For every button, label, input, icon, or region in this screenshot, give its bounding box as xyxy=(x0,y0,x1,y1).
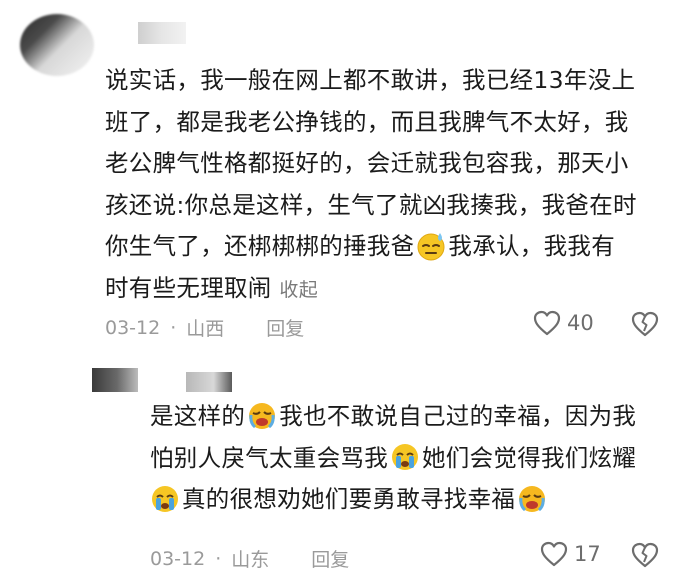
collapse-link[interactable]: 收起 xyxy=(279,279,318,301)
heart-icon xyxy=(540,541,568,567)
reply-meta: 03-12 · 山东 回复 xyxy=(150,545,349,572)
reply-like-count: 17 xyxy=(574,542,601,566)
comment-body: 说实话，我一般在网上都不敢讲，我已经13年没上 班了，都是我老公挣钱的，而且我脾… xyxy=(105,60,637,311)
meta-separator: · xyxy=(215,547,222,570)
heart-icon xyxy=(533,310,561,336)
like-count: 40 xyxy=(567,311,594,335)
comment-line: 时有些无理取闹 收起 xyxy=(105,268,637,312)
loudly-crying-face-icon xyxy=(517,484,547,514)
reply-line-segment: 是这样的 xyxy=(150,402,246,430)
comment-line-segment: 我承认，我我有 xyxy=(448,232,616,260)
comment-line-segment: 时有些无理取闹 xyxy=(105,273,272,302)
comment-line-segment: 你生气了，还梆梆梆的捶我爸 xyxy=(105,232,415,260)
comment-meta: 03-12 · 山西 回复 xyxy=(105,314,304,341)
reply-username[interactable] xyxy=(186,372,232,392)
reply-like-button[interactable]: 17 xyxy=(540,541,601,567)
broken-heart-icon xyxy=(631,542,659,568)
reply-reply-button[interactable]: 回复 xyxy=(311,545,349,572)
reply-line-segment: 真的很想劝她们要勇敢寻找幸福 xyxy=(182,485,516,513)
username[interactable] xyxy=(138,22,186,44)
reply-button[interactable]: 回复 xyxy=(266,314,304,341)
like-button[interactable]: 40 xyxy=(533,310,594,336)
reply-line: 是这样的 我也不敢说自己过的幸福，因为我 xyxy=(150,396,636,438)
reply-dislike-button[interactable] xyxy=(631,542,659,572)
reply-line: 真的很想劝她们要勇敢寻找幸福 xyxy=(150,479,636,521)
crying-face-icon xyxy=(390,442,420,472)
comment-line: 你生气了，还梆梆梆的捶我爸 我承认，我我有 xyxy=(105,226,637,268)
reply-line-segment: 我也不敢说自己过的幸福，因为我 xyxy=(279,402,637,430)
crying-face-icon xyxy=(150,484,180,514)
comment-line: 老公脾气性格都挺好的，会迁就我包容我，那天小 xyxy=(105,149,629,177)
comment-line: 说实话，我一般在网上都不敢讲，我已经13年没上 xyxy=(105,66,636,94)
reply-location: 山东 xyxy=(231,549,270,571)
reply-body: 是这样的 我也不敢说自己过的幸福，因为我 怕别人戾气太重会骂我 她们会觉得我们炫耀 … xyxy=(150,396,636,521)
comment-line: 班了，都是我老公挣钱的，而且我脾气不太好，我 xyxy=(105,107,629,136)
meta-separator: · xyxy=(170,316,177,339)
reply-line: 怕别人戾气太重会骂我 她们会觉得我们炫耀 xyxy=(150,438,636,480)
avatar[interactable] xyxy=(20,14,94,76)
comment-line: 孩还说:你总是这样，生气了就凶我揍我，我爸在时 xyxy=(105,190,637,219)
loudly-crying-face-icon xyxy=(247,401,277,431)
reply-avatar[interactable] xyxy=(92,368,138,392)
reply-line-segment: 她们会觉得我们炫耀 xyxy=(422,443,637,472)
comment-date: 03-12 xyxy=(105,316,161,339)
comment-location: 山西 xyxy=(186,318,225,340)
broken-heart-icon xyxy=(631,311,659,337)
reply-date: 03-12 xyxy=(150,547,206,570)
dislike-button[interactable] xyxy=(631,311,659,341)
sweat-face-icon xyxy=(416,231,446,261)
reply-line-segment: 怕别人戾气太重会骂我 xyxy=(150,443,388,472)
